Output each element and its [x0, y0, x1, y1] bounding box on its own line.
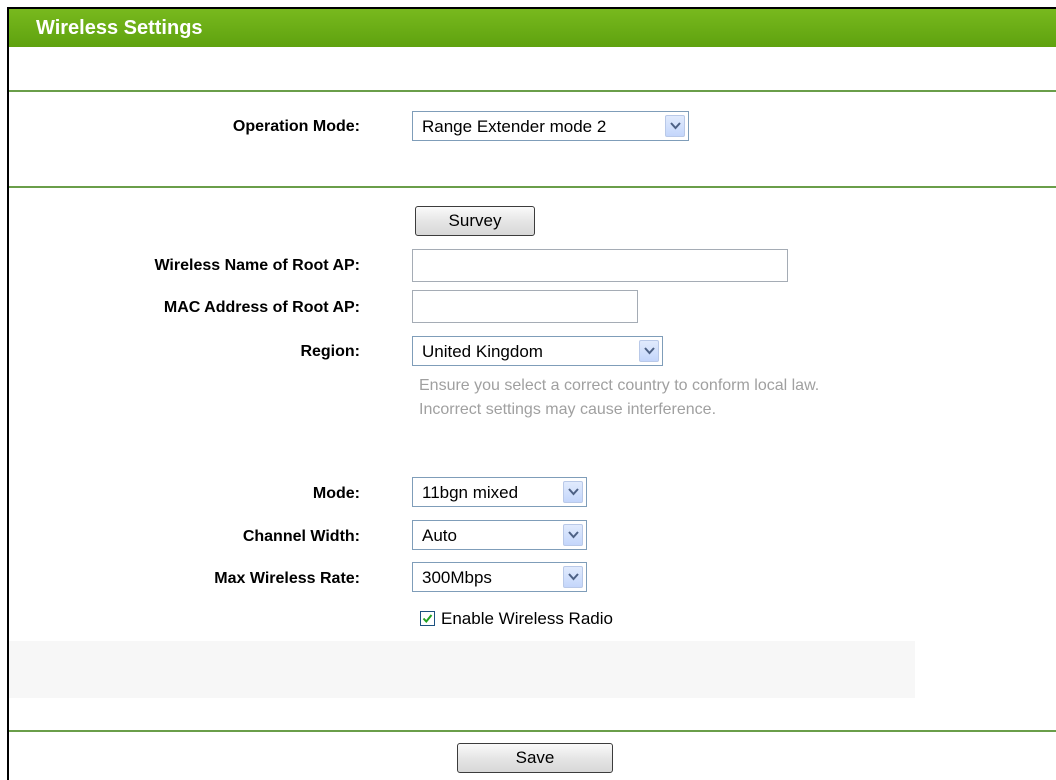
mode-label: Mode:: [312, 485, 360, 502]
operation-mode-value: Range Extender mode 2: [422, 117, 607, 136]
region-value: United Kingdom: [422, 342, 543, 361]
max-rate-select[interactable]: 300Mbps: [412, 562, 587, 592]
mode-value: 11bgn mixed: [422, 483, 519, 502]
max-rate-value: 300Mbps: [422, 568, 492, 587]
survey-button[interactable]: Survey: [415, 206, 535, 236]
mode-select[interactable]: 11bgn mixed: [412, 477, 587, 507]
root-ap-name-input[interactable]: [412, 249, 788, 282]
chevron-down-icon: [563, 566, 583, 588]
region-hint-line1: Ensure you select a correct country to c…: [419, 377, 820, 394]
chevron-down-icon: [665, 115, 685, 137]
chevron-down-icon: [563, 524, 583, 546]
channel-width-select[interactable]: Auto: [412, 520, 587, 550]
channel-width-value: Auto: [422, 526, 457, 545]
root-ap-name-label: Wireless Name of Root AP:: [154, 257, 360, 274]
region-hint-line2: Incorrect settings may cause interferenc…: [419, 401, 717, 418]
enable-radio-label[interactable]: Enable Wireless Radio: [441, 609, 613, 629]
enable-radio-checkbox[interactable]: [420, 611, 435, 626]
root-ap-mac-input[interactable]: [412, 290, 638, 323]
chevron-down-icon: [639, 340, 659, 362]
divider: [9, 186, 1056, 188]
page-title: Wireless Settings: [36, 17, 203, 39]
channel-width-label: Channel Width:: [242, 528, 360, 545]
region-select[interactable]: United Kingdom: [412, 336, 663, 366]
checkmark-icon: [422, 614, 433, 624]
operation-mode-label: Operation Mode:: [232, 118, 360, 135]
save-button[interactable]: Save: [457, 743, 613, 773]
max-rate-label: Max Wireless Rate:: [214, 570, 360, 587]
region-label: Region:: [300, 343, 360, 360]
divider: [9, 730, 1056, 732]
header-bar: Wireless Settings: [9, 9, 1056, 47]
divider: [9, 90, 1056, 92]
root-ap-mac-label: MAC Address of Root AP:: [163, 299, 360, 316]
chevron-down-icon: [563, 481, 583, 503]
operation-mode-select[interactable]: Range Extender mode 2: [412, 111, 689, 141]
spacer-panel: [9, 641, 915, 698]
